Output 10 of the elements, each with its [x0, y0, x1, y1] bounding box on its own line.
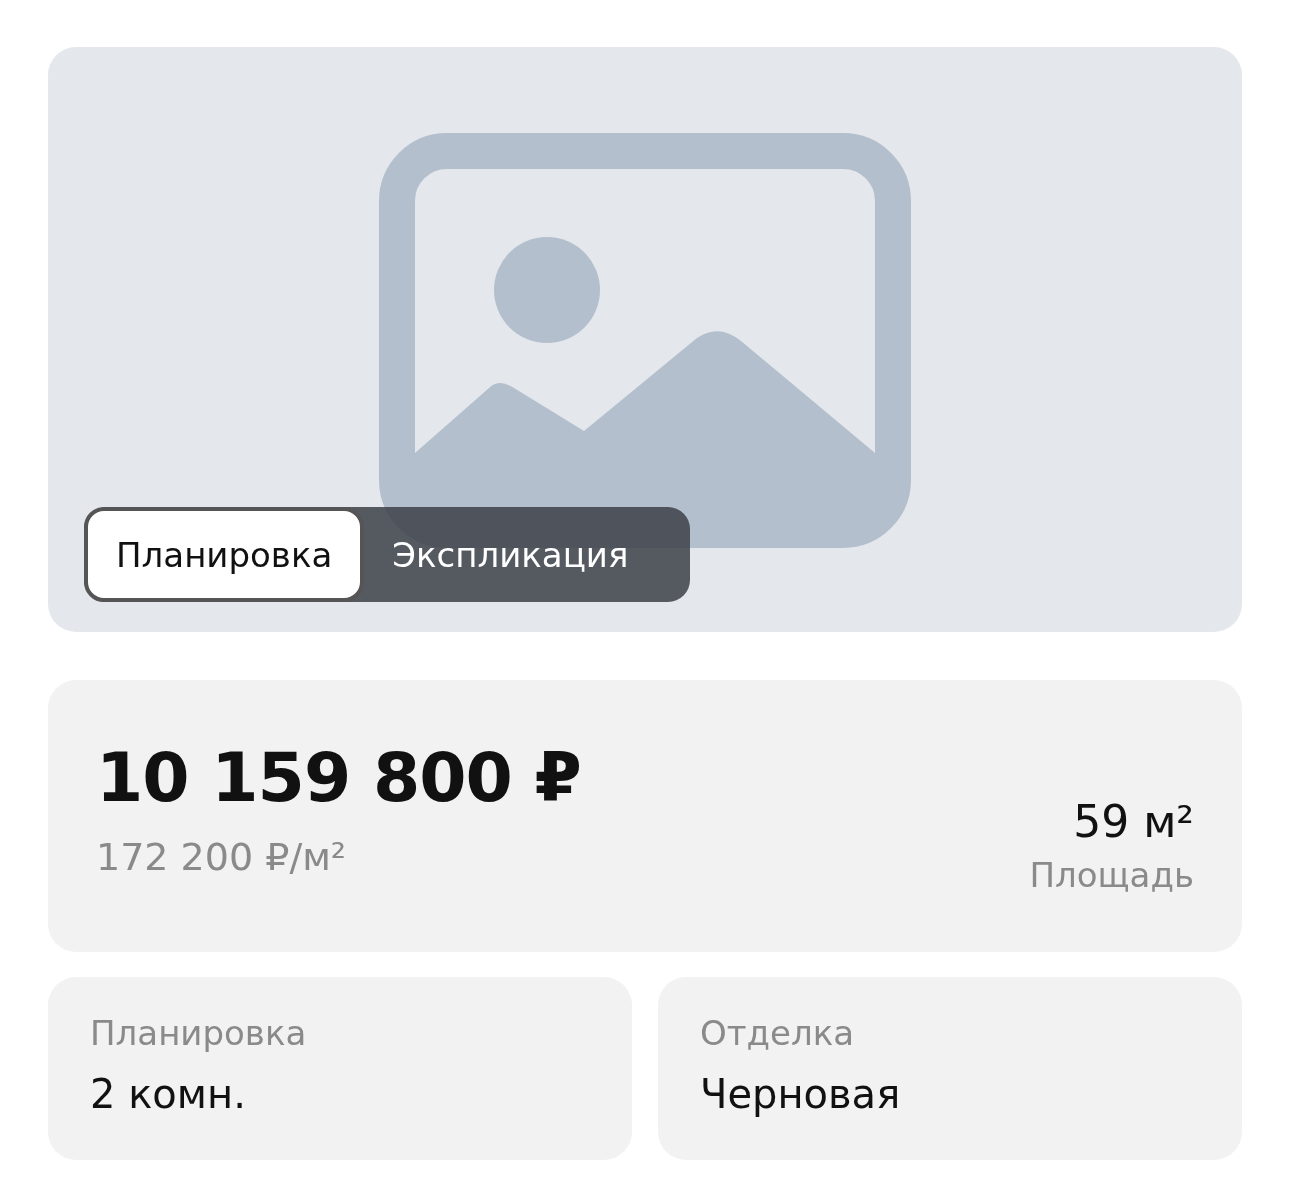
detail-value: 2 комн. [90, 1071, 247, 1117]
view-tab[interactable]: Экспликация [364, 534, 657, 575]
detail-value: Черновая [700, 1071, 902, 1117]
total-price: 10 159 800 ₽ [96, 738, 581, 817]
price-per-meter: 172 200 ₽/м² [96, 835, 347, 879]
area-label: Площадь [1029, 855, 1194, 895]
view-tab[interactable]: Планировка [84, 507, 365, 602]
area-value: 59 м² [1073, 796, 1194, 847]
detail-label: Планировка [90, 1013, 308, 1053]
detail-label: Отделка [700, 1013, 856, 1053]
